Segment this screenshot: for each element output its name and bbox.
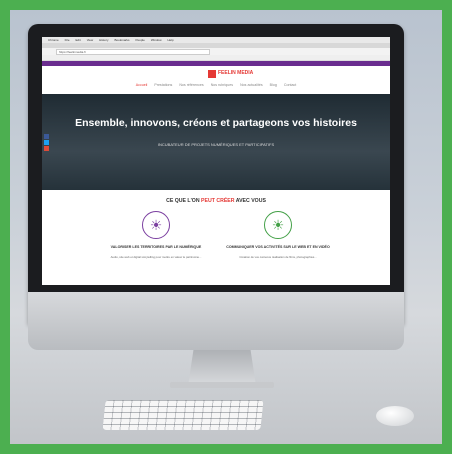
nav-item[interactable]: Blog bbox=[270, 83, 277, 87]
hero-banner: Ensemble, innovons, créons et partageons… bbox=[42, 94, 390, 190]
site-nav: Accueil Prestations Nos références Nos r… bbox=[42, 83, 390, 87]
menu-item[interactable]: Help bbox=[168, 38, 174, 42]
lightbulb-icon: ☀ bbox=[264, 211, 292, 239]
nav-item[interactable]: Contact bbox=[284, 83, 296, 87]
section-title-accent: PEUT CRÉER bbox=[201, 198, 235, 204]
service-text: Audio, site web et digital storytelling … bbox=[110, 254, 202, 259]
menu-item[interactable]: View bbox=[87, 38, 93, 42]
nav-item[interactable]: Nos rubriques bbox=[211, 83, 233, 87]
facebook-icon[interactable] bbox=[44, 134, 49, 139]
service-heading: VALORISER LES TERRITOIRES PAR LE NUMÉRIQ… bbox=[110, 245, 202, 249]
nav-item[interactable]: Prestations bbox=[154, 83, 172, 87]
imac-chin bbox=[28, 292, 404, 350]
menu-item[interactable]: File bbox=[65, 38, 70, 42]
browser-addressbar: https://feelinmedia.fr bbox=[42, 48, 390, 55]
lightbulb-icon: ☀ bbox=[142, 211, 170, 239]
imac-stand bbox=[188, 350, 256, 386]
menu-item[interactable]: Edit bbox=[76, 38, 81, 42]
menu-item[interactable]: Chrome bbox=[48, 38, 59, 42]
service-column: ☀ COMMUNIQUER VOS ACTIVITÉS SUR LE WEB E… bbox=[218, 211, 338, 259]
url-input[interactable]: https://feelinmedia.fr bbox=[56, 48, 210, 55]
service-column: ☀ VALORISER LES TERRITOIRES PAR LE NUMÉR… bbox=[96, 211, 216, 259]
hero-title: Ensemble, innovons, créons et partageons… bbox=[75, 117, 357, 129]
mouse bbox=[376, 406, 414, 426]
nav-item[interactable]: Nos actualités bbox=[240, 83, 263, 87]
imac-screen: Chrome File Edit View History Bookmarks … bbox=[42, 37, 390, 285]
site-header: FEELIN MEDIA Accueil Prestations Nos réf… bbox=[42, 66, 390, 94]
imac-stand-base bbox=[170, 382, 274, 388]
section-title-suffix: AVEC VOUS bbox=[234, 198, 266, 204]
service-text: Création de vos contenus réalisation de … bbox=[239, 254, 317, 259]
section-title-prefix: CE QUE L'ON bbox=[166, 198, 202, 204]
menu-item[interactable]: Window bbox=[151, 38, 162, 42]
nav-item[interactable]: Accueil bbox=[136, 83, 148, 87]
logo-icon[interactable] bbox=[208, 70, 216, 78]
hero-subtitle: INCUBATEUR DE PROJETS NUMÉRIQUES ET PART… bbox=[157, 142, 275, 147]
nav-item[interactable]: Nos références bbox=[179, 83, 203, 87]
site-logo[interactable]: FEELIN MEDIA bbox=[218, 70, 253, 76]
keyboard bbox=[102, 400, 264, 430]
menu-item[interactable]: Bookmarks bbox=[114, 38, 129, 42]
menu-item[interactable]: History bbox=[99, 38, 108, 42]
section-title: CE QUE L'ON PEUT CRÉER AVEC VOUS bbox=[42, 198, 390, 204]
menu-item[interactable]: People bbox=[136, 38, 145, 42]
service-heading: COMMUNIQUER VOS ACTIVITÉS SUR LE WEB ET … bbox=[226, 245, 330, 249]
